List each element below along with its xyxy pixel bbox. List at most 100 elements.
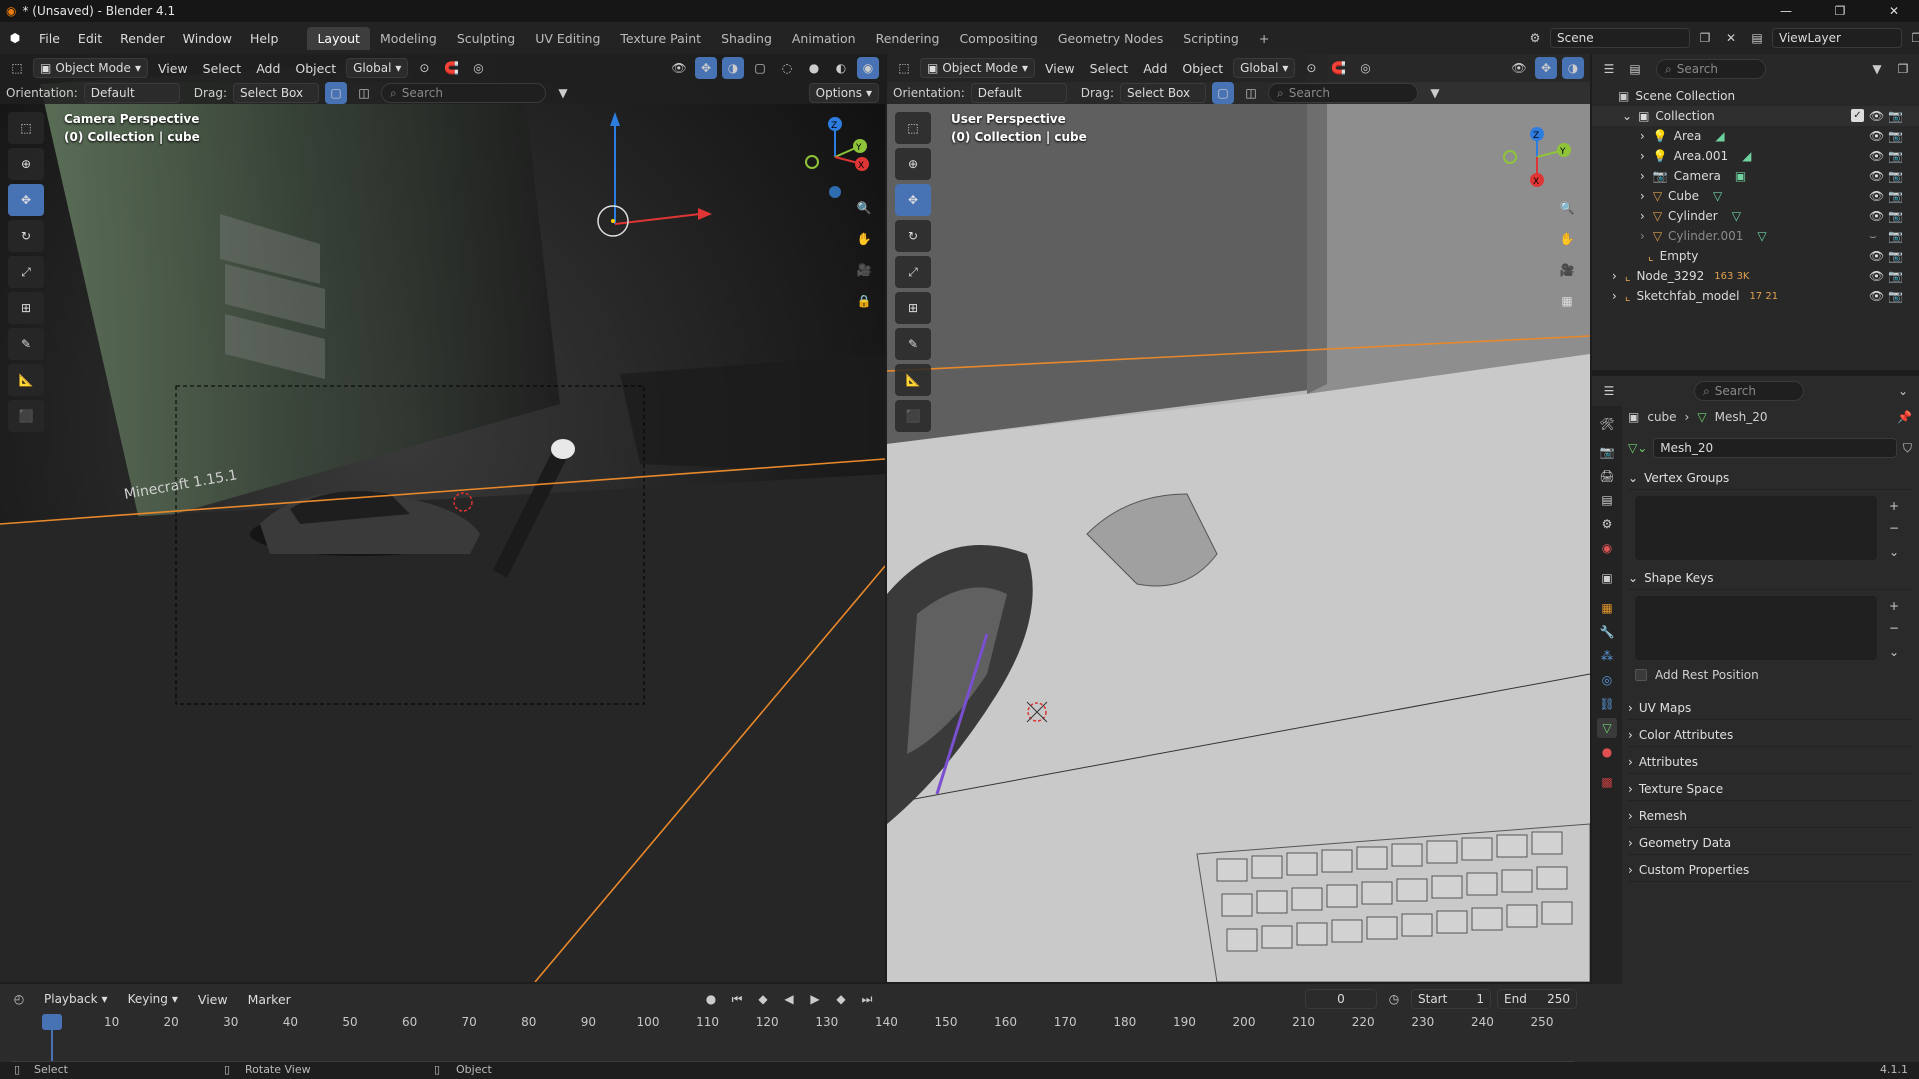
- scene-icon[interactable]: ⚙: [1524, 27, 1546, 49]
- move-tool-icon[interactable]: ✥: [895, 184, 931, 216]
- gizmo-icon[interactable]: ✥: [695, 57, 717, 79]
- proportional-edit-icon[interactable]: ◎: [1354, 57, 1376, 79]
- collection-checkbox[interactable]: ✓: [1851, 109, 1864, 122]
- select-mode-set-icon[interactable]: ▢: [324, 82, 347, 104]
- physics-tab-icon[interactable]: ◎: [1597, 670, 1617, 690]
- outliner-item[interactable]: › 📷 Camera ▣ 👁 📷: [1592, 166, 1919, 186]
- transform-orientation-dropdown[interactable]: Global ▾: [346, 58, 409, 78]
- left-navigation-gizmo[interactable]: Z Y X: [790, 112, 880, 202]
- datablock-name-field[interactable]: Mesh_20: [1653, 438, 1897, 458]
- orientation-dropdown[interactable]: Default: [970, 83, 1067, 103]
- render-visibility-icon[interactable]: 📷: [1888, 189, 1903, 203]
- pin-icon[interactable]: 📌: [1897, 410, 1912, 424]
- drag-dropdown[interactable]: Select Box: [1119, 83, 1206, 103]
- visibility-icon[interactable]: 👁: [668, 57, 690, 79]
- vertex-groups-list[interactable]: [1635, 496, 1877, 560]
- close-icon[interactable]: ✕: [1871, 0, 1917, 22]
- panel-custom-properties[interactable]: › Custom Properties: [1628, 858, 1912, 882]
- zoom-icon[interactable]: 🔍: [1555, 196, 1579, 220]
- object-tab-icon[interactable]: ▦: [1597, 598, 1617, 618]
- outliner-filter-icon[interactable]: ▼: [1866, 58, 1888, 80]
- right-menu-object[interactable]: Object: [1177, 61, 1228, 76]
- view-layer-tab-icon[interactable]: ▤: [1597, 490, 1617, 510]
- world-tab-icon[interactable]: ◉: [1597, 538, 1617, 558]
- collection-render-icon[interactable]: 📷: [1888, 109, 1903, 123]
- node-render-icon[interactable]: 📷: [1888, 269, 1903, 283]
- add-vertex-group-icon[interactable]: +: [1884, 496, 1904, 516]
- overlay-icon[interactable]: ◑: [722, 57, 744, 79]
- visibility-icon[interactable]: 👁: [1869, 129, 1884, 143]
- right-menu-select[interactable]: Select: [1085, 61, 1134, 76]
- camera-data-icon[interactable]: ▣: [1735, 169, 1746, 183]
- properties-options-icon[interactable]: ⌄: [1892, 380, 1914, 402]
- render-visibility-icon[interactable]: 📷: [1888, 229, 1903, 243]
- right-navigation-gizmo[interactable]: Z Y X: [1492, 112, 1582, 202]
- mode-dropdown[interactable]: ▣ Object Mode ▾: [33, 58, 148, 78]
- outliner-item[interactable]: › ▽ Cylinder.001 ▽ ⌣ 📷: [1592, 226, 1919, 246]
- add-rest-position-checkbox[interactable]: [1635, 669, 1647, 681]
- pivot-icon[interactable]: ⊙: [1300, 57, 1322, 79]
- new-view-layer-icon[interactable]: ❐: [1906, 27, 1919, 49]
- sketchfab-render-icon[interactable]: 📷: [1888, 289, 1903, 303]
- display-mode-icon[interactable]: ▤: [1624, 58, 1646, 80]
- cursor-tool-icon[interactable]: ⊕: [895, 148, 931, 180]
- editor-type-icon[interactable]: ⬚: [893, 57, 915, 79]
- scale-tool-icon[interactable]: ⤢: [8, 256, 44, 288]
- expand-right-icon[interactable]: ›: [1640, 149, 1645, 163]
- viewport-camera[interactable]: Minecraft 1.15.1 ⬚ ▣ Object Mode ▾ View Se…: [0, 54, 885, 982]
- render-visibility-icon[interactable]: 📷: [1888, 209, 1903, 223]
- outliner-item[interactable]: › ▽ Cube ▽ 👁 📷: [1592, 186, 1919, 206]
- outliner-item[interactable]: ⌞ Empty 👁 📷: [1592, 246, 1919, 266]
- camera-view-icon[interactable]: 🎥: [852, 258, 876, 282]
- tab-animation[interactable]: Animation: [782, 27, 866, 50]
- tab-texture-paint[interactable]: Texture Paint: [610, 27, 711, 50]
- expand-down-icon[interactable]: ⌄: [1622, 109, 1632, 123]
- menu-edit[interactable]: Edit: [69, 31, 111, 46]
- move-tool-icon[interactable]: ✥: [8, 184, 44, 216]
- node-visibility-icon[interactable]: 👁: [1869, 269, 1884, 283]
- left-menu-select[interactable]: Select: [198, 61, 247, 76]
- panel-remesh[interactable]: › Remesh: [1628, 804, 1912, 828]
- tab-rendering[interactable]: Rendering: [866, 27, 950, 50]
- pivot-icon[interactable]: ⊙: [413, 57, 435, 79]
- left-menu-view[interactable]: View: [153, 61, 193, 76]
- proportional-edit-icon[interactable]: ◎: [467, 57, 489, 79]
- panel-attributes[interactable]: › Attributes: [1628, 750, 1912, 774]
- properties-search[interactable]: ⌕ Search: [1694, 381, 1804, 401]
- expand-right-icon[interactable]: ›: [1640, 189, 1645, 203]
- visibility-icon[interactable]: ⌣: [1869, 229, 1883, 243]
- add-shape-key-icon[interactable]: +: [1884, 596, 1904, 616]
- panel-texture-space[interactable]: › Texture Space: [1628, 777, 1912, 801]
- scale-tool-icon[interactable]: ⤢: [895, 256, 931, 288]
- filter-icon[interactable]: ▼: [552, 82, 574, 104]
- select-mode-extend-icon[interactable]: ◫: [353, 82, 375, 104]
- panel-uv-maps[interactable]: › UV Maps: [1628, 696, 1912, 720]
- left-menu-object[interactable]: Object: [290, 61, 341, 76]
- select-mode-extend-icon[interactable]: ◫: [1240, 82, 1262, 104]
- orientation-dropdown[interactable]: Default: [83, 83, 180, 103]
- gizmo-icon[interactable]: ✥: [1535, 57, 1557, 79]
- render-tab-icon[interactable]: 📷: [1597, 442, 1617, 462]
- left-menu-add[interactable]: Add: [251, 61, 285, 76]
- scene-tab-icon[interactable]: ⚙: [1597, 514, 1617, 534]
- measure-tool-icon[interactable]: 📐: [895, 364, 931, 396]
- render-visibility-icon[interactable]: 📷: [1888, 169, 1903, 183]
- mesh-data-icon[interactable]: ▽: [1713, 189, 1722, 203]
- visibility-icon[interactable]: 👁: [1869, 169, 1884, 183]
- add-cube-tool-icon[interactable]: ⬛: [8, 400, 44, 432]
- properties-editor-icon[interactable]: ☰: [1598, 380, 1620, 402]
- light-data-icon[interactable]: ◢: [1715, 129, 1724, 143]
- output-tab-icon[interactable]: 🖨: [1597, 466, 1617, 486]
- view-layer-selector[interactable]: ViewLayer: [1772, 28, 1902, 48]
- filter-icon[interactable]: ▼: [1424, 82, 1446, 104]
- new-scene-icon[interactable]: ❐: [1694, 27, 1716, 49]
- visibility-icon[interactable]: 👁: [1869, 249, 1884, 263]
- mesh-data-icon[interactable]: ▽: [1757, 229, 1766, 243]
- collection-tab-icon[interactable]: ▣: [1597, 568, 1617, 588]
- render-visibility-icon[interactable]: 📷: [1888, 249, 1903, 263]
- minimize-icon[interactable]: —: [1763, 0, 1809, 22]
- visibility-icon[interactable]: 👁: [1869, 149, 1884, 163]
- maximize-icon[interactable]: ❐: [1817, 0, 1863, 22]
- outliner-item[interactable]: › ▽ Cylinder ▽ 👁 📷: [1592, 206, 1919, 226]
- outliner-item[interactable]: › 💡 Area ◢ 👁 📷: [1592, 126, 1919, 146]
